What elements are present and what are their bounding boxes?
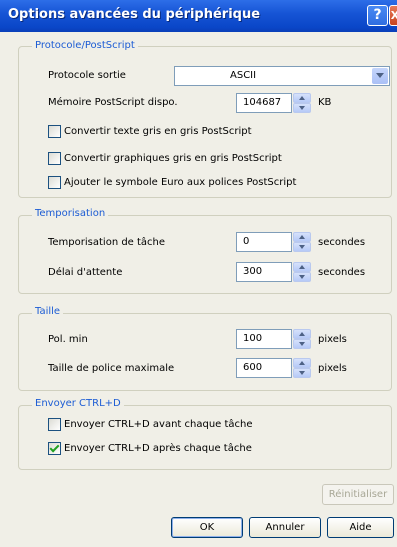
spin-down-icon[interactable] bbox=[293, 272, 311, 282]
spin-up-icon[interactable] bbox=[293, 262, 311, 272]
protocol-label: Protocole sortie bbox=[48, 70, 126, 81]
close-title-button[interactable]: X bbox=[389, 5, 397, 26]
title-bar: Options avancées du périphérique ? X bbox=[0, 0, 397, 32]
chevron-down-icon[interactable] bbox=[372, 68, 388, 84]
timeout-group-label: Temporisation bbox=[32, 208, 109, 219]
job-timeout-value: 0 bbox=[243, 236, 250, 247]
memory-label: Mémoire PostScript dispo. bbox=[48, 97, 178, 108]
ctrld-group bbox=[18, 405, 392, 470]
ctrld-after-checkbox[interactable] bbox=[48, 442, 61, 455]
spin-up-icon[interactable] bbox=[293, 93, 311, 103]
spin-up-icon[interactable] bbox=[293, 329, 311, 339]
ctrld-before-label[interactable]: Envoyer CTRL+D avant chaque tâche bbox=[64, 419, 253, 430]
spin-up-icon[interactable] bbox=[293, 358, 311, 368]
timeout-group bbox=[18, 215, 392, 294]
size-group bbox=[18, 313, 392, 391]
convert-graphics-gray-label[interactable]: Convertir graphiques gris en gris PostSc… bbox=[64, 153, 282, 164]
protocol-select-value: ASCII bbox=[230, 70, 257, 81]
reset-button[interactable]: Réinitialiser bbox=[322, 484, 394, 505]
help-icon: ? bbox=[373, 7, 382, 23]
min-font-value: 100 bbox=[243, 333, 263, 344]
memory-unit: KB bbox=[318, 97, 332, 108]
spin-up-icon[interactable] bbox=[293, 232, 311, 242]
dialog-window: Options avancées du périphérique ? X Pro… bbox=[0, 0, 397, 547]
max-font-value: 600 bbox=[243, 362, 263, 373]
help-title-button[interactable]: ? bbox=[367, 5, 388, 26]
ctrld-before-checkbox[interactable] bbox=[48, 418, 61, 431]
spin-down-icon[interactable] bbox=[293, 242, 311, 252]
max-font-spinner[interactable] bbox=[293, 358, 311, 378]
close-icon: X bbox=[390, 9, 397, 22]
postscript-group-label: Protocole/PostScript bbox=[32, 40, 138, 51]
help-button[interactable]: Aide bbox=[327, 517, 394, 538]
wait-timeout-spinner[interactable] bbox=[293, 262, 311, 282]
job-timeout-spinner[interactable] bbox=[293, 232, 311, 252]
ctrld-after-label[interactable]: Envoyer CTRL+D après chaque tâche bbox=[64, 443, 252, 454]
job-timeout-input[interactable]: 0 bbox=[236, 232, 292, 252]
memory-input[interactable]: 104687 bbox=[236, 93, 292, 113]
min-font-label: Pol. min bbox=[48, 334, 88, 345]
euro-symbol-label[interactable]: Ajouter le symbole Euro aux polices Post… bbox=[64, 177, 296, 188]
spin-down-icon[interactable] bbox=[293, 339, 311, 349]
min-font-spinner[interactable] bbox=[293, 329, 311, 349]
cancel-button[interactable]: Annuler bbox=[249, 517, 321, 538]
max-font-label: Taille de police maximale bbox=[48, 363, 175, 374]
max-font-unit: pixels bbox=[318, 363, 347, 374]
memory-value: 104687 bbox=[243, 97, 282, 108]
window-title: Options avancées du périphérique bbox=[8, 7, 261, 22]
convert-text-gray-checkbox[interactable] bbox=[48, 125, 61, 138]
min-font-input[interactable]: 100 bbox=[236, 329, 292, 349]
convert-graphics-gray-checkbox[interactable] bbox=[48, 152, 61, 165]
min-font-unit: pixels bbox=[318, 334, 347, 345]
ctrld-group-label: Envoyer CTRL+D bbox=[32, 398, 124, 409]
spin-down-icon[interactable] bbox=[293, 103, 311, 113]
max-font-input[interactable]: 600 bbox=[236, 358, 292, 378]
memory-spinner[interactable] bbox=[293, 93, 311, 113]
protocol-select[interactable]: ASCII bbox=[174, 66, 390, 86]
ok-button[interactable]: OK bbox=[171, 517, 243, 538]
job-timeout-label: Temporisation de tâche bbox=[48, 237, 166, 248]
wait-timeout-unit: secondes bbox=[318, 267, 366, 278]
wait-timeout-value: 300 bbox=[243, 266, 263, 277]
job-timeout-unit: secondes bbox=[318, 237, 366, 248]
spin-down-icon[interactable] bbox=[293, 368, 311, 378]
size-group-label: Taille bbox=[32, 306, 64, 317]
wait-timeout-input[interactable]: 300 bbox=[236, 262, 292, 282]
wait-timeout-label: Délai d'attente bbox=[48, 267, 123, 278]
convert-text-gray-label[interactable]: Convertir texte gris en gris PostScript bbox=[64, 126, 252, 137]
euro-symbol-checkbox[interactable] bbox=[48, 176, 61, 189]
